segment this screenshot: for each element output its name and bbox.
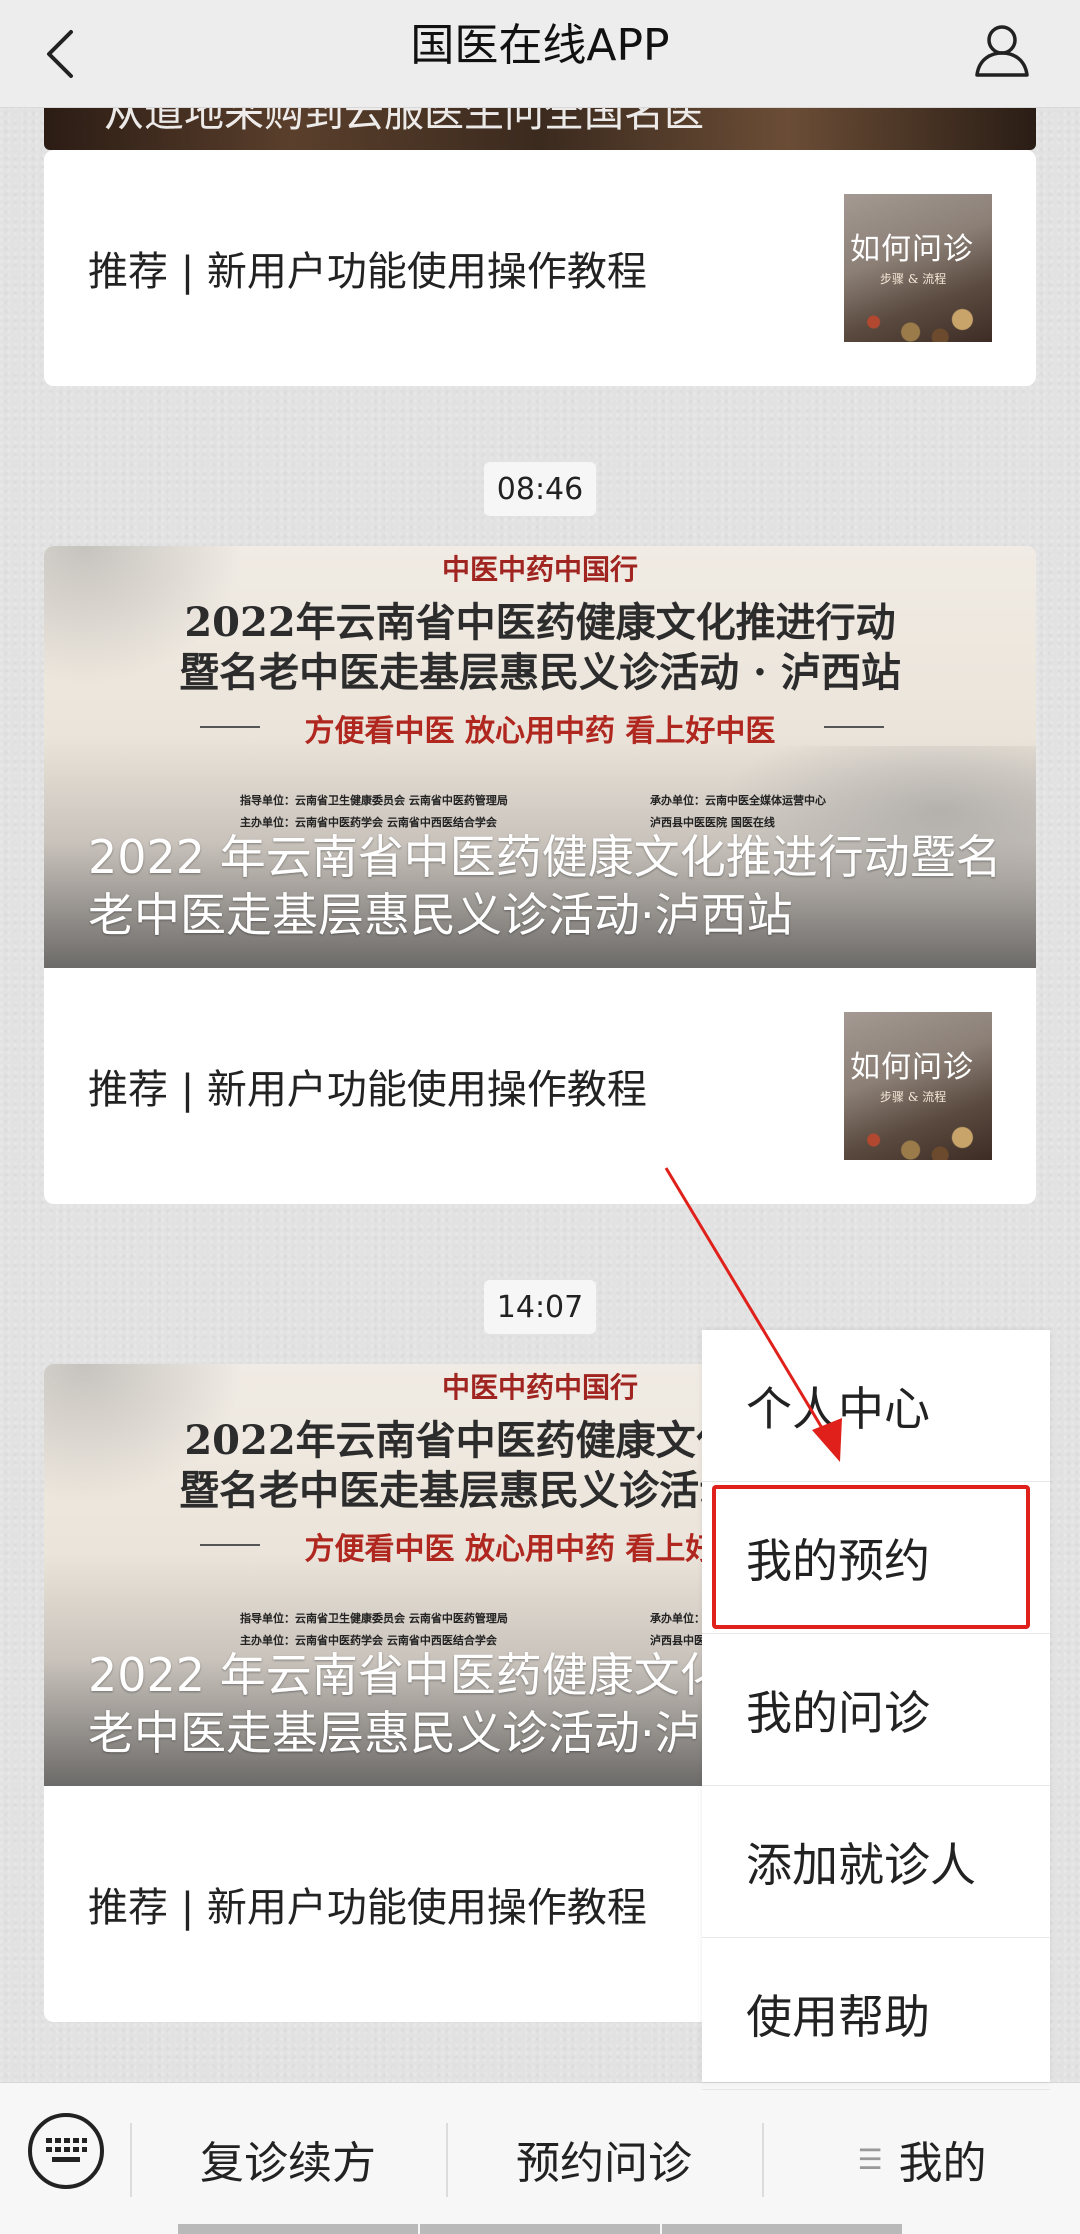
menu-item-label: 使用帮助 xyxy=(746,1989,930,2044)
user-icon xyxy=(975,25,1029,77)
screen: 国医在线APP 从道地采购到云服医生问全国名医 推荐 | 新用户功能使用操作教程… xyxy=(0,0,1080,2234)
menu-item-personal-center[interactable]: 个人中心 xyxy=(702,1330,1050,1482)
gesture-bar xyxy=(420,2224,660,2234)
banner-small-text: 指导单位：云南省卫生健康委员会 云南省中医药管理局 xyxy=(240,794,508,807)
tab-book-consultation[interactable]: 预约问诊 xyxy=(448,2083,760,2234)
keyboard-icon xyxy=(46,2138,87,2162)
article-card[interactable]: 中医中药中国行 2022年云南省中医药健康文化推进行动 暨名老中医走基层惠民义诊… xyxy=(44,546,1036,1204)
tab-label: 我的 xyxy=(898,2138,987,2189)
herb-decoration xyxy=(844,292,992,342)
menu-item-label: 添加就诊人 xyxy=(746,1837,976,1892)
article-title: 推荐 | 新用户功能使用操作教程 xyxy=(88,1885,647,1931)
banner-small-text: 指导单位：云南省卫生健康委员会 云南省中医药管理局 xyxy=(240,1612,508,1625)
article-row[interactable]: 推荐 | 新用户功能使用操作教程 如何问诊 步骤 & 流程 xyxy=(44,968,1036,1204)
bottom-menu-bar: 复诊续方 预约问诊 ☰ 我的 xyxy=(0,2082,1080,2234)
article-card[interactable]: 推荐 | 新用户功能使用操作教程 如何问诊 步骤 & 流程 xyxy=(44,150,1036,386)
menu-item-label: 个人中心 xyxy=(746,1381,930,1436)
article-title: 推荐 | 新用户功能使用操作教程 xyxy=(88,1067,647,1113)
banner-slogan: 方便看中医 放心用中药 看上好中医 xyxy=(304,714,776,749)
menu-item-add-patient[interactable]: 添加就诊人 xyxy=(702,1786,1050,1938)
banner-headline-2: 暨名老中医走基层惠民义诊活动 · 泸西站 xyxy=(179,649,901,696)
thumbnail-title: 如何问诊 xyxy=(850,1050,974,1085)
menu-item-my-appointments[interactable]: 我的预约 xyxy=(702,1482,1050,1634)
thumbnail-subtitle: 步骤 & 流程 xyxy=(880,1090,947,1104)
gesture-bar xyxy=(178,2224,418,2234)
menu-lines-icon: ☰ xyxy=(857,2142,883,2176)
menu-item-my-consultations[interactable]: 我的问诊 xyxy=(702,1634,1050,1786)
gesture-bar xyxy=(662,2224,902,2234)
banner-overlay-title: 2022 年云南省中医药健康文化推进行动暨名老中医走基层惠民义诊活动·泸西站 xyxy=(88,830,1002,942)
keyboard-toggle-button[interactable] xyxy=(28,2113,104,2189)
user-button[interactable] xyxy=(964,12,1040,88)
article-thumbnail: 如何问诊 步骤 & 流程 xyxy=(844,1012,992,1160)
top-navigation-bar: 国医在线APP xyxy=(0,0,1080,108)
herb-decoration xyxy=(844,1110,992,1160)
banner-small-text: 承办单位：云南中医全媒体运营中心 xyxy=(650,794,826,807)
my-menu-popup: 个人中心 我的预约 我的问诊 添加就诊人 使用帮助 xyxy=(702,1330,1050,2090)
banner-kicker: 中医中药中国行 xyxy=(441,553,638,586)
tab-mine[interactable]: ☰ 我的 xyxy=(764,2083,1080,2234)
thumbnail-title: 如何问诊 xyxy=(850,232,974,267)
article-row[interactable]: 推荐 | 新用户功能使用操作教程 如何问诊 步骤 & 流程 xyxy=(44,150,1036,386)
thumbnail-subtitle: 步骤 & 流程 xyxy=(880,272,947,286)
menu-item-label: 我的问诊 xyxy=(746,1685,930,1740)
article-banner[interactable]: 中医中药中国行 2022年云南省中医药健康文化推进行动 暨名老中医走基层惠民义诊… xyxy=(44,546,1036,968)
menu-item-help[interactable]: 使用帮助 xyxy=(702,1938,1050,2090)
menu-item-label: 我的预约 xyxy=(746,1533,930,1588)
page-title: 国医在线APP xyxy=(410,20,670,71)
article-thumbnail: 如何问诊 步骤 & 流程 xyxy=(844,194,992,342)
slogan-divider xyxy=(824,726,884,728)
message-timestamp: 08:46 xyxy=(484,462,596,516)
message-timestamp: 14:07 xyxy=(484,1280,596,1334)
article-title: 推荐 | 新用户功能使用操作教程 xyxy=(88,249,647,295)
tab-revisit-prescription[interactable]: 复诊续方 xyxy=(132,2083,444,2234)
